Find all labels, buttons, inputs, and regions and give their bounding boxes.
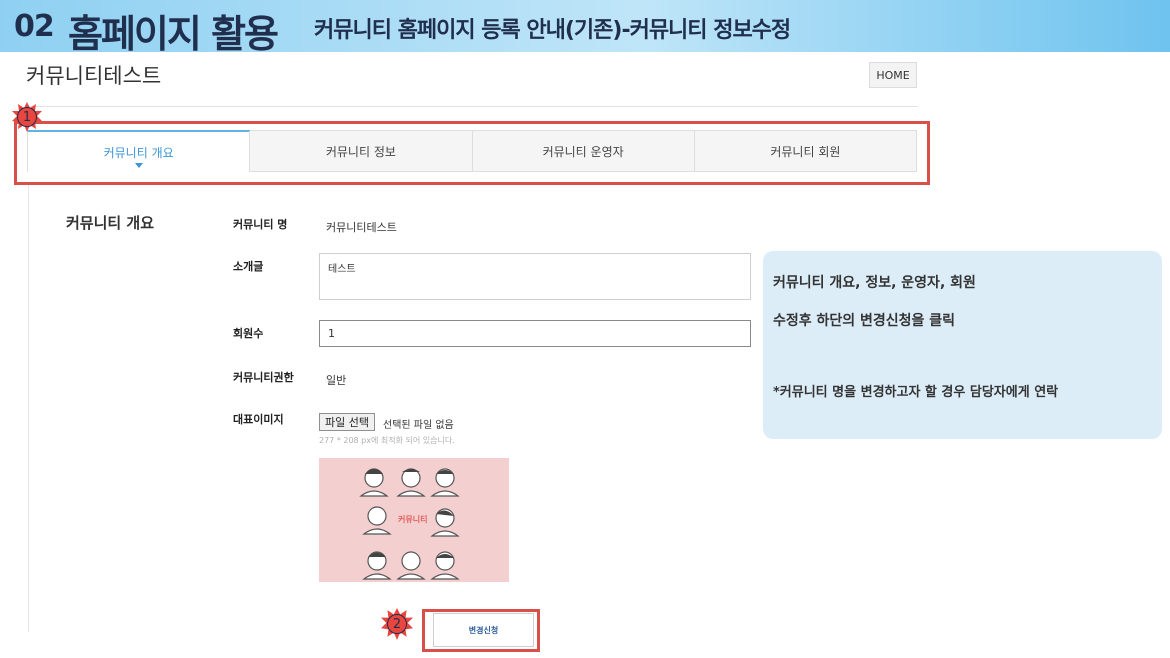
image-caption: 커뮤니티 xyxy=(398,515,428,524)
section-title: 커뮤니티 개요 xyxy=(66,214,155,232)
step-marker-2: 2 xyxy=(381,608,413,640)
representative-image: 커뮤니티 xyxy=(319,458,509,582)
intro-label: 소개글 xyxy=(233,260,264,273)
callout-line-3: *커뮤니티 명을 변경하고자 할 경우 담당자에게 연락 xyxy=(773,385,1059,400)
community-name-value: 커뮤니티테스트 xyxy=(326,221,397,234)
representative-image-label: 대표이미지 xyxy=(233,413,284,426)
page-title: 커뮤니티테스트 xyxy=(26,64,162,88)
member-count-label: 회원수 xyxy=(233,327,264,340)
step-number: 1 xyxy=(17,107,37,127)
step-marker-1: 1 xyxy=(12,102,42,132)
intro-textarea-value: 테스트 xyxy=(328,264,356,275)
member-count-input[interactable]: 1 xyxy=(319,320,751,347)
instruction-callout: 커뮤니티 개요, 정보, 운영자, 회원 수정후 하단의 변경신청을 클릭 *커… xyxy=(763,251,1162,439)
community-name-label: 커뮤니티 명 xyxy=(233,218,288,231)
tabs-highlight-box xyxy=(14,121,930,185)
banner-subtitle: 커뮤니티 홈페이지 등록 안내(기존)-커뮤니티 정보수정 xyxy=(314,18,791,43)
file-size-hint: 277 * 208 px에 최적화 되어 있습니다. xyxy=(319,436,455,445)
member-count-value: 1 xyxy=(328,327,335,340)
header-banner: 02 홈페이지 활용 커뮤니티 홈페이지 등록 안내(기존)-커뮤니티 정보수정 xyxy=(0,0,1170,56)
file-status-text: 선택된 파일 없음 xyxy=(383,420,454,431)
callout-line-1: 커뮤니티 개요, 정보, 운영자, 회원 xyxy=(773,275,976,291)
callout-line-2: 수정후 하단의 변경신청을 클릭 xyxy=(773,313,956,329)
step-number: 2 xyxy=(387,614,407,634)
home-button[interactable]: HOME xyxy=(869,62,917,88)
submit-highlight-box xyxy=(422,609,540,652)
title-divider xyxy=(28,106,918,107)
intro-textarea[interactable]: 테스트 xyxy=(319,253,751,300)
banner-title: 홈페이지 활용 xyxy=(68,12,279,56)
content-left-border xyxy=(28,184,29,632)
file-select-button[interactable]: 파일 선택 xyxy=(319,413,375,431)
banner-number: 02 xyxy=(14,9,55,44)
authority-value: 일반 xyxy=(326,374,347,387)
authority-label: 커뮤니티권한 xyxy=(233,371,294,384)
